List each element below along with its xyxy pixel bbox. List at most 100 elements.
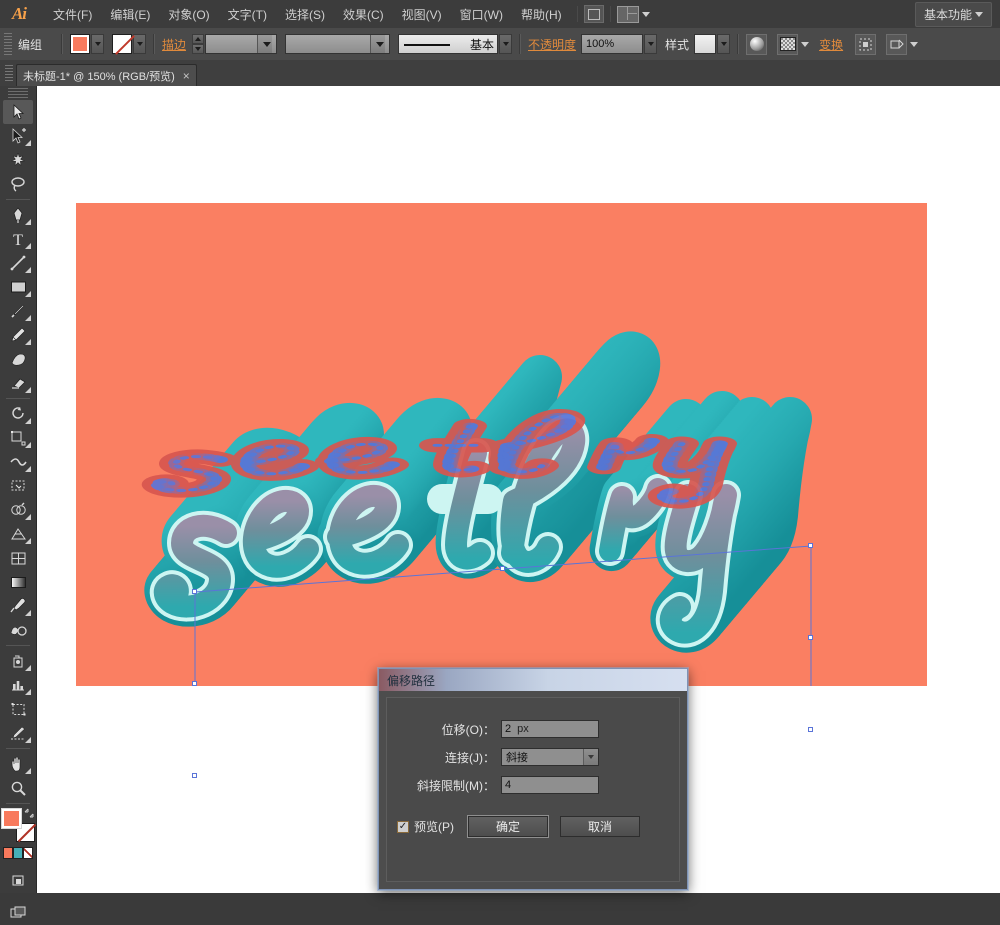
stroke-profile-combo-button[interactable] — [370, 35, 386, 53]
arrange-documents-icon[interactable] — [616, 5, 639, 23]
lasso-tool[interactable] — [3, 172, 33, 196]
opacity-label[interactable]: 不透明度 — [528, 36, 576, 53]
tab-bar-grip[interactable] — [5, 65, 13, 83]
menu-effect[interactable]: 效果(C) — [334, 2, 393, 27]
stroke-dropdown[interactable] — [133, 34, 147, 54]
blend-tool[interactable] — [3, 618, 33, 642]
symbol-sprayer-tool[interactable] — [3, 649, 33, 673]
miter-limit-label: 斜接限制(M)： — [417, 778, 495, 793]
workspace-switcher[interactable]: 基本功能 — [914, 1, 992, 27]
menu-view[interactable]: 视图(V) — [393, 2, 451, 27]
offset-value: 2 — [505, 723, 512, 735]
document-tab[interactable]: 未标题-1* @ 150% (RGB/预览) × — [16, 64, 197, 86]
tool-more-icon-perspective — [25, 538, 31, 544]
sphere-icon[interactable] — [746, 33, 768, 55]
stroke-weight-combo-button[interactable] — [257, 35, 273, 53]
handle-bottom-right[interactable] — [808, 727, 813, 732]
menu-object[interactable]: 对象(O) — [159, 2, 218, 27]
offset-unit: px — [517, 723, 529, 735]
join-select[interactable]: 斜接 — [501, 748, 599, 766]
fill-swatch[interactable] — [70, 34, 91, 54]
preview-checkbox[interactable]: ✓ — [397, 820, 409, 833]
artboard-tool[interactable] — [3, 697, 33, 721]
stepper-up[interactable] — [192, 34, 205, 44]
eyedropper-tool[interactable] — [3, 594, 33, 618]
stroke-swatch[interactable] — [112, 34, 133, 54]
handle-bottom-left[interactable] — [192, 773, 197, 778]
menu-select[interactable]: 选择(S) — [276, 2, 334, 27]
type-tool[interactable]: T — [3, 227, 33, 251]
stepper-down[interactable] — [192, 44, 205, 54]
offset-field[interactable]: 2 px — [501, 720, 599, 738]
chevron-down-icon-workspace[interactable] — [975, 11, 983, 17]
color-mode-strip[interactable] — [3, 847, 33, 859]
join-select-button[interactable] — [583, 749, 598, 765]
graphic-style-swatch[interactable] — [694, 34, 717, 54]
pencil-tool[interactable] — [3, 323, 33, 347]
stroke-weight-combo[interactable] — [205, 34, 278, 54]
tool-more-icon-rect — [25, 291, 31, 297]
column-graph-tool[interactable] — [3, 673, 33, 697]
eraser-tool[interactable] — [3, 371, 33, 395]
screen-mode-icon[interactable] — [3, 901, 33, 925]
zoom-tool[interactable] — [3, 776, 33, 800]
pen-tool[interactable] — [3, 203, 33, 227]
fill-color-swatch[interactable] — [1, 808, 22, 829]
stroke-profile-combo[interactable] — [285, 34, 391, 54]
drawing-mode-icon[interactable] — [3, 869, 33, 893]
transform-panel-icon[interactable] — [886, 33, 908, 55]
menu-edit[interactable]: 编辑(E) — [101, 2, 159, 27]
shape-builder-tool[interactable] — [3, 498, 33, 522]
scale-tool[interactable] — [3, 426, 33, 450]
line-segment-tool[interactable] — [3, 251, 33, 275]
align-icon[interactable] — [855, 33, 877, 55]
control-bar-grip[interactable] — [4, 33, 12, 55]
chevron-down-icon-transform[interactable] — [910, 41, 919, 47]
chevron-down-icon-mask[interactable] — [801, 41, 810, 47]
width-tool[interactable] — [3, 450, 33, 474]
brush-dropdown[interactable] — [499, 34, 513, 54]
transform-label[interactable]: 变换 — [819, 36, 843, 53]
opacity-dropdown[interactable] — [644, 34, 658, 54]
menu-help[interactable]: 帮助(H) — [512, 2, 571, 27]
rectangle-tool[interactable] — [3, 275, 33, 299]
cancel-button[interactable]: 取消 — [560, 816, 640, 837]
menu-window[interactable]: 窗口(W) — [451, 2, 512, 27]
selection-tool[interactable] — [3, 100, 33, 124]
stroke-weight-stepper[interactable] — [192, 34, 205, 54]
bridge-icon[interactable] — [583, 5, 604, 23]
fill-stroke-control[interactable] — [1, 808, 35, 842]
stroke-weight-label[interactable]: 描边 — [162, 36, 186, 53]
slice-tool[interactable] — [3, 721, 33, 745]
swap-fill-stroke-icon[interactable] — [24, 808, 34, 818]
perspective-grid-tool[interactable] — [3, 522, 33, 546]
direct-selection-tool[interactable] — [3, 124, 33, 148]
ok-button[interactable]: 确定 — [468, 816, 548, 837]
mesh-tool[interactable] — [3, 546, 33, 570]
rotate-tool[interactable] — [3, 402, 33, 426]
menu-file[interactable]: 文件(F) — [44, 2, 101, 27]
artboard[interactable] — [76, 203, 927, 778]
graphic-style-dropdown[interactable] — [717, 34, 731, 54]
opacity-mask-icon[interactable] — [777, 33, 799, 55]
chevron-down-icon[interactable] — [641, 11, 650, 17]
menu-bar: Ai 文件(F) 编辑(E) 对象(O) 文字(T) 选择(S) 效果(C) 视… — [0, 0, 1000, 29]
dialog-title-bar[interactable]: 偏移路径 — [379, 669, 687, 691]
menu-type[interactable]: 文字(T) — [219, 2, 276, 27]
magic-wand-tool[interactable] — [3, 148, 33, 172]
free-transform-tool[interactable] — [3, 474, 33, 498]
offset-path-dialog[interactable]: 偏移路径 位移(O)： 2 px 连接(J)： 斜接 斜接限制(M)： 4 ✓ … — [378, 668, 688, 890]
blob-brush-tool[interactable] — [3, 347, 33, 371]
color-mode-none[interactable] — [23, 847, 33, 859]
color-mode-color[interactable] — [3, 847, 13, 859]
paintbrush-tool[interactable] — [3, 299, 33, 323]
gradient-tool[interactable] — [3, 570, 33, 594]
miter-limit-field[interactable]: 4 — [501, 776, 599, 794]
hand-tool[interactable] — [3, 752, 33, 776]
brush-definition[interactable]: 基本 — [398, 34, 499, 54]
close-icon[interactable]: × — [183, 70, 190, 82]
opacity-field[interactable]: 100% — [581, 34, 644, 54]
tools-panel-grip[interactable] — [8, 88, 28, 98]
color-mode-gradient[interactable] — [13, 847, 23, 859]
fill-dropdown[interactable] — [91, 34, 105, 54]
